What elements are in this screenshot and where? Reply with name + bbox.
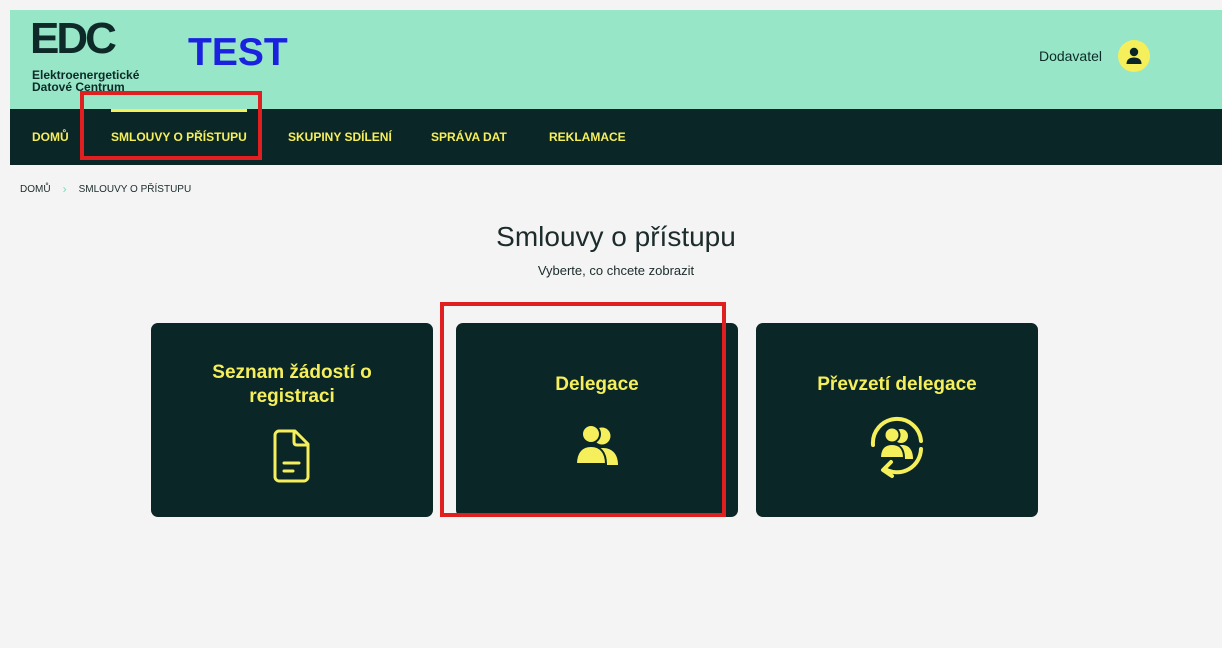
card-icon-wrap (151, 428, 433, 484)
users-icon (575, 424, 618, 465)
user-icon (1126, 47, 1142, 64)
card-title: Převzetí delegace (817, 374, 977, 395)
nav-item-data-management[interactable]: SPRÁVA DAT (431, 109, 507, 165)
page-subtitle: Vyberte, co chcete zobrazit (537, 263, 695, 278)
card-registration-requests[interactable]: Seznam žádostí o registraci (151, 323, 433, 517)
card-title: Delegace (555, 374, 639, 395)
breadcrumb: DOMŮ › SMLOUVY O PŘÍSTUPU (20, 182, 191, 196)
user-menu[interactable]: Dodavatel (1039, 40, 1150, 72)
app-frame: EDC Elektroenergetické Datové Centrum TE… (10, 10, 1222, 648)
logo[interactable]: EDC Elektroenergetické Datové Centrum (30, 17, 160, 97)
document-icon (273, 429, 310, 483)
breadcrumb-home[interactable]: DOMŮ (20, 184, 51, 195)
nav-item-home[interactable]: DOMŮ (32, 109, 69, 165)
nav-item-access-contracts[interactable]: SMLOUVY O PŘÍSTUPU (111, 109, 247, 165)
card-delegation-takeover[interactable]: Převzetí delegace (756, 323, 1038, 517)
card-title: Seznam žádostí o registraci (212, 362, 372, 407)
card-icon-wrap (756, 415, 1038, 479)
breadcrumb-current: SMLOUVY O PŘÍSTUPU (78, 183, 192, 195)
environment-label: TEST (188, 31, 288, 74)
page-title: Smlouvy o přístupu (496, 221, 736, 252)
header: EDC Elektroenergetické Datové Centrum TE… (10, 10, 1222, 109)
logo-mark: EDC (30, 14, 117, 63)
user-name[interactable]: Dodavatel (1039, 48, 1102, 64)
card-icon-wrap (456, 423, 738, 467)
main-nav: DOMŮ SMLOUVY O PŘÍSTUPU SKUPINY SDÍLENÍ … (10, 109, 1222, 165)
nav-item-sharing-groups[interactable]: SKUPINY SDÍLENÍ (288, 109, 392, 165)
nav-item-complaints[interactable]: REKLAMACE (549, 109, 626, 165)
users-cycle-icon (870, 416, 923, 478)
chevron-right-icon: › (62, 182, 67, 196)
logo-line-2: Datové Centrum (32, 80, 125, 94)
logo-text: Elektroenergetické Datové Centrum (32, 69, 139, 93)
avatar[interactable] (1118, 40, 1150, 72)
card-delegation[interactable]: Delegace (456, 323, 738, 517)
